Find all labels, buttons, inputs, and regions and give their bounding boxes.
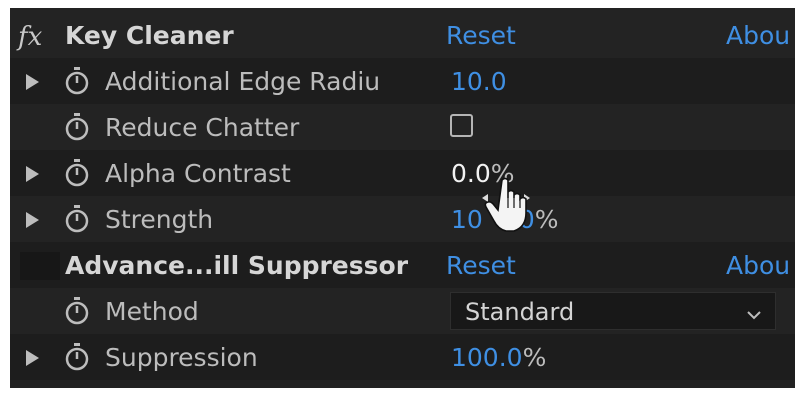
about-button[interactable]: Abou bbox=[726, 21, 790, 50]
fx-toggle-icon[interactable]: fx bbox=[18, 22, 42, 52]
property-value[interactable]: 100.0% bbox=[451, 343, 546, 372]
fx-toggle-disabled[interactable] bbox=[20, 252, 60, 280]
chevron-down-icon bbox=[747, 305, 761, 324]
stopwatch-icon[interactable] bbox=[64, 66, 90, 100]
effect-controls-panel: fx Key Cleaner Reset Abou Additional Edg… bbox=[10, 8, 795, 388]
property-name: Suppression bbox=[105, 343, 258, 372]
stopwatch-icon[interactable] bbox=[64, 342, 90, 376]
disclosure-triangle-icon[interactable] bbox=[26, 350, 39, 366]
reset-button[interactable]: Reset bbox=[446, 21, 516, 50]
effect-name[interactable]: Key Cleaner bbox=[65, 21, 234, 50]
property-row-suppression: Suppression 100.0% bbox=[10, 334, 795, 380]
property-name: Alpha Contrast bbox=[105, 159, 291, 188]
disclosure-triangle-icon[interactable] bbox=[26, 166, 39, 182]
method-dropdown[interactable]: Standard bbox=[450, 292, 776, 330]
property-row-method: Method Standard bbox=[10, 288, 795, 334]
effect-name[interactable]: Advance...ill Suppressor bbox=[65, 251, 408, 280]
stopwatch-icon[interactable] bbox=[64, 112, 90, 146]
property-value[interactable]: 10.0 bbox=[451, 67, 507, 96]
property-name: Method bbox=[105, 297, 199, 326]
effect-header-key-cleaner[interactable]: fx Key Cleaner Reset Abou bbox=[10, 12, 795, 58]
property-row-additional-edge-radius: Additional Edge Radiu 10.0 bbox=[10, 58, 795, 104]
about-button[interactable]: Abou bbox=[726, 251, 790, 280]
stopwatch-icon[interactable] bbox=[64, 204, 90, 238]
property-row-strength: Strength 10 0% bbox=[10, 196, 795, 242]
property-name: Strength bbox=[105, 205, 214, 234]
disclosure-triangle-icon[interactable] bbox=[26, 212, 39, 228]
stopwatch-icon[interactable] bbox=[64, 158, 90, 192]
reset-button[interactable]: Reset bbox=[446, 251, 516, 280]
effect-header-advanced-spill-suppressor[interactable]: Advance...ill Suppressor Reset Abou bbox=[10, 242, 795, 288]
property-row-reduce-chatter: Reduce Chatter bbox=[10, 104, 795, 150]
stopwatch-icon[interactable] bbox=[64, 296, 90, 330]
property-name: Reduce Chatter bbox=[105, 113, 300, 142]
hand-scrub-cursor-icon bbox=[480, 176, 536, 242]
disclosure-triangle-icon[interactable] bbox=[26, 74, 39, 90]
dropdown-selected-value: Standard bbox=[465, 298, 575, 326]
property-name: Additional Edge Radiu bbox=[105, 67, 381, 96]
property-row-alpha-contrast: Alpha Contrast 0.0% bbox=[10, 150, 795, 196]
reduce-chatter-checkbox[interactable] bbox=[450, 114, 473, 137]
